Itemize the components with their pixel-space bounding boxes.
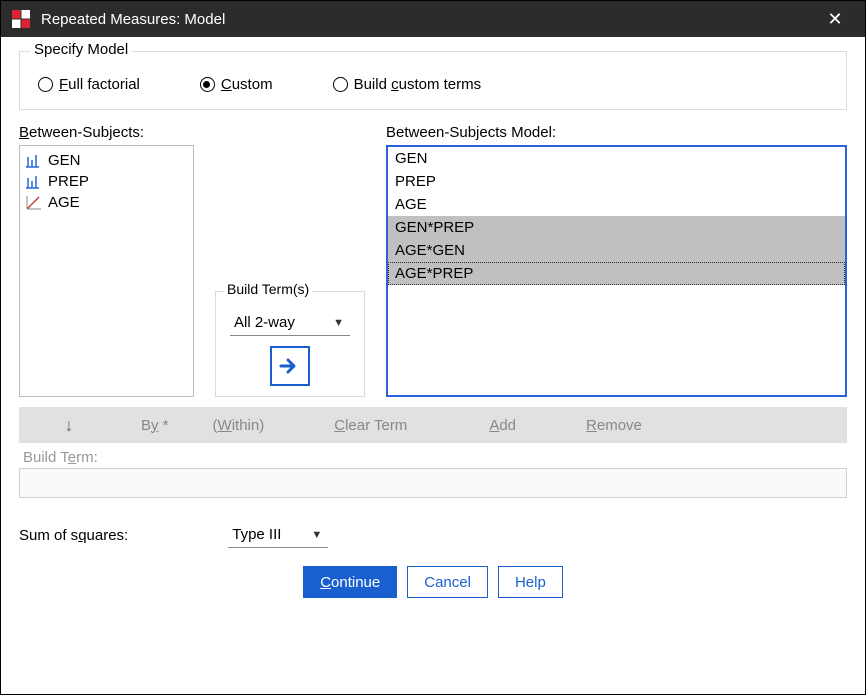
dialog-window: Repeated Measures: Model ✕ Specify Model… <box>0 0 866 695</box>
between-subjects-list[interactable]: GEN PREP AGE <box>19 145 194 397</box>
radio-icon <box>200 77 215 92</box>
term-action-bar: ↓ By * (Within) Clear Term Add Remove <box>19 407 847 443</box>
model-item[interactable]: AGE*PREP <box>388 262 845 285</box>
list-item[interactable]: PREP <box>26 171 187 192</box>
list-item[interactable]: GEN <box>26 150 187 171</box>
close-icon[interactable]: ✕ <box>815 9 855 30</box>
specify-model-title: Specify Model <box>30 41 132 58</box>
between-subjects-label: Between-Subjects: <box>19 124 194 141</box>
model-col: Between-Subjects Model: GENPREPAGEGEN*PR… <box>386 124 847 397</box>
main-panel: Between-Subjects: GENPREPAGE Build Term(… <box>19 124 847 397</box>
between-subjects-col: Between-Subjects: GEN PREP AGE <box>19 124 194 397</box>
continue-button[interactable]: Continue <box>303 566 397 598</box>
specify-model-group: Specify Model Full factorial Custom Buil… <box>19 51 847 110</box>
sum-of-squares-row: Sum of squares: Type III ▼ <box>19 522 847 548</box>
model-item[interactable]: AGE <box>388 193 845 216</box>
app-icon <box>11 9 31 29</box>
radio-custom-label: ustom <box>232 76 273 93</box>
build-terms-title: Build Term(s) <box>224 281 312 297</box>
interaction-type-combo[interactable]: All 2-way ▼ <box>230 310 350 336</box>
between-subjects-model-label: Between-Subjects Model: <box>386 124 847 141</box>
between-subjects-model-list[interactable]: GENPREPAGEGEN*PREPAGE*GENAGE*PREP <box>386 145 847 397</box>
by-button: By * <box>141 417 169 434</box>
build-terms-group: Build Term(s) All 2-way ▼ <box>215 291 365 397</box>
chevron-down-icon: ▼ <box>311 529 322 541</box>
arrow-right-icon <box>279 357 301 375</box>
scale-icon <box>26 196 42 210</box>
list-item[interactable]: AGE <box>26 192 187 213</box>
radio-icon <box>333 77 348 92</box>
model-item[interactable]: GEN*PREP <box>388 216 845 239</box>
add-button: Add <box>489 417 516 434</box>
specify-model-options: Full factorial Custom Build custom terms <box>38 76 828 93</box>
remove-button: Remove <box>586 417 642 434</box>
dialog-buttons: Continue Cancel Help <box>19 566 847 598</box>
cancel-button[interactable]: Cancel <box>407 566 488 598</box>
clear-term-button: Clear Term <box>334 417 407 434</box>
radio-icon <box>38 77 53 92</box>
radio-custom[interactable]: Custom <box>200 76 273 93</box>
list-item-label: AGE <box>48 194 80 211</box>
help-button[interactable]: Help <box>498 566 563 598</box>
model-item[interactable]: PREP <box>388 170 845 193</box>
chevron-down-icon: ▼ <box>333 317 344 329</box>
add-term-button[interactable] <box>270 346 310 386</box>
list-item-label: PREP <box>48 173 89 190</box>
arrow-down-icon: ↓ <box>65 415 74 435</box>
build-term-input <box>19 468 847 498</box>
dialog-content: Specify Model Full factorial Custom Buil… <box>1 37 865 694</box>
radio-full-factorial[interactable]: Full factorial <box>38 76 140 93</box>
build-terms-col: Build Term(s) All 2-way ▼ <box>210 124 370 397</box>
model-item[interactable]: GEN <box>388 147 845 170</box>
window-title: Repeated Measures: Model <box>41 11 815 28</box>
titlebar: Repeated Measures: Model ✕ <box>1 1 865 37</box>
sum-of-squares-combo[interactable]: Type III ▼ <box>228 522 328 548</box>
list-item-label: GEN <box>48 152 81 169</box>
radio-build-custom[interactable]: Build custom terms <box>333 76 482 93</box>
within-button: (Within) <box>213 417 265 434</box>
nominal-icon <box>26 154 42 168</box>
sum-of-squares-value: Type III <box>232 526 281 543</box>
nominal-icon <box>26 175 42 189</box>
radio-full-factorial-label: ull factorial <box>68 76 140 93</box>
radio-build-custom-label: ustom terms <box>399 76 482 93</box>
model-item[interactable]: AGE*GEN <box>388 239 845 262</box>
interaction-type-value: All 2-way <box>234 314 295 331</box>
build-term-label: Build Term: <box>23 449 847 466</box>
sum-of-squares-label: Sum of squares: <box>19 527 128 544</box>
